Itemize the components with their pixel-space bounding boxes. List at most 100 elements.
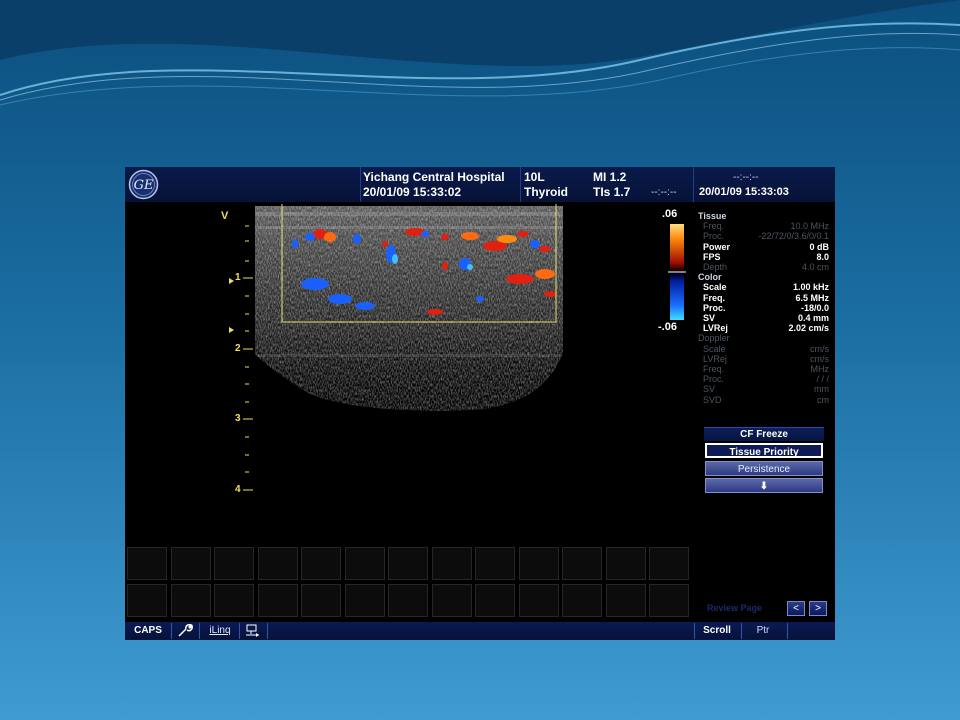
- param-row: Power 0 dB: [695, 242, 835, 252]
- ultrasound-image: [229, 204, 563, 491]
- param-row: Freq. MHz: [695, 364, 835, 374]
- orientation-marker: V: [221, 210, 229, 222]
- thumbnail-slot[interactable]: [344, 584, 385, 617]
- param-value: mm: [814, 384, 829, 395]
- param-row: LVRej cm/s: [695, 354, 835, 364]
- param-value: 6.5 MHz: [795, 292, 829, 303]
- param-value: -18/0.0: [800, 302, 829, 313]
- param-value: 1.00 kHz: [792, 282, 829, 293]
- thumbnail-slot[interactable]: [475, 547, 515, 580]
- scroll-mode[interactable]: Scroll: [697, 622, 737, 640]
- param-label: Depth: [703, 262, 728, 272]
- footer-divider: [267, 623, 268, 639]
- thumbnail-slot[interactable]: [605, 547, 646, 580]
- thumbnail-slot[interactable]: [170, 547, 211, 580]
- footer-divider: [741, 623, 742, 639]
- param-row: LVRej 2.02 cm/s: [695, 323, 835, 333]
- thumbnail-slot[interactable]: [301, 547, 341, 580]
- ultrasound-image-area[interactable]: V 1 2 3 4 .06 -.06: [125, 204, 691, 546]
- thumbnail-slot[interactable]: [562, 584, 602, 617]
- param-row: SV mm: [695, 384, 835, 394]
- right-datetime: 20/01/09 15:33:03: [699, 186, 789, 198]
- thumbnail-slot[interactable]: [257, 547, 298, 580]
- footer-divider: [239, 623, 240, 639]
- thumbnail-slot[interactable]: [127, 547, 167, 580]
- param-value: 0 dB: [809, 241, 829, 252]
- footer-divider: [787, 623, 788, 639]
- param-value: / / /: [816, 374, 829, 385]
- param-section-tissue: Tissue: [695, 211, 835, 221]
- param-label: Proc.: [703, 374, 725, 385]
- slide-wave-decoration: [0, 0, 960, 106]
- param-value: 8.0: [816, 251, 829, 262]
- thumbnail-slot[interactable]: [518, 547, 559, 580]
- thumbnail-slot[interactable]: [301, 584, 341, 617]
- review-next-button[interactable]: >: [809, 601, 827, 616]
- param-label: Proc.: [703, 231, 725, 242]
- svg-text:GE: GE: [134, 178, 154, 193]
- param-label: Freq.: [703, 221, 725, 232]
- footer-divider: [171, 623, 172, 639]
- thumbnail-slot[interactable]: [127, 584, 167, 617]
- cf-freeze-title: CF Freeze: [704, 427, 824, 441]
- thumbnail-slot[interactable]: [170, 584, 211, 617]
- thumbnail-slot[interactable]: [431, 547, 472, 580]
- ultrasound-screen: GE Yichang Central Hospital 20/01/09 15:…: [125, 167, 835, 640]
- thumbnail-slot[interactable]: [475, 584, 515, 617]
- caps-indicator: CAPS: [134, 625, 162, 636]
- header-divider: [360, 167, 361, 202]
- review-page-label: Review Page: [707, 603, 763, 613]
- thumbnail-slot[interactable]: [431, 584, 472, 617]
- preset-name: Thyroid: [524, 185, 568, 199]
- thumbnail-slot[interactable]: [214, 547, 254, 580]
- param-label: Scale: [703, 343, 726, 354]
- param-value: 4.0 cm: [801, 262, 829, 272]
- focus-marker: [229, 278, 234, 284]
- param-row: Scale 1.00 kHz: [695, 282, 835, 292]
- thumbnail-slot[interactable]: [605, 584, 646, 617]
- color-velocity-bar: [668, 224, 686, 320]
- review-prev-button[interactable]: <: [787, 601, 805, 616]
- param-label: SVD: [703, 394, 722, 405]
- probe-name: 10L: [524, 170, 545, 184]
- thumbnail-slot[interactable]: [649, 547, 689, 580]
- param-value: cm/s: [810, 353, 829, 364]
- thumbnail-slot[interactable]: [388, 547, 428, 580]
- thumbnail-slot[interactable]: [388, 584, 428, 617]
- param-value: -22/72/0/3.6/0/0.1: [758, 231, 829, 242]
- param-value: cm: [817, 394, 829, 405]
- param-row: Proc. -18/0.0: [695, 303, 835, 313]
- pointer-mode[interactable]: Ptr: [745, 622, 781, 640]
- param-section-color: Color: [695, 272, 835, 282]
- tissue-priority-button[interactable]: Tissue Priority: [705, 443, 823, 458]
- thumbnail-slot[interactable]: [562, 547, 602, 580]
- header-divider: [520, 167, 521, 202]
- header-divider: [693, 167, 694, 202]
- hospital-name: Yichang Central Hospital: [363, 170, 505, 184]
- footer-bar: CAPS iLinq Scroll Ptr: [125, 622, 835, 640]
- param-label: Power: [703, 241, 731, 252]
- exam-datetime: 20/01/09 15:33:02: [363, 185, 462, 199]
- persistence-button[interactable]: Persistence: [705, 461, 823, 476]
- iling-link[interactable]: iLinq: [205, 622, 235, 640]
- footer-divider: [199, 623, 200, 639]
- wrench-icon[interactable]: [175, 622, 195, 640]
- parameter-panel: Tissue Freq. 10.0 MHz Proc. -22/72/0/3.6/0/0…: [695, 204, 835, 424]
- thumbnail-slot[interactable]: [214, 584, 254, 617]
- ge-logo-icon: GE: [127, 168, 160, 201]
- footer-divider: [694, 623, 695, 639]
- thumbnail-slot[interactable]: [257, 584, 298, 617]
- thumbnail-slot[interactable]: [344, 547, 385, 580]
- header-bar: GE Yichang Central Hospital 20/01/09 15:…: [125, 167, 835, 202]
- depth-scale: [243, 225, 253, 491]
- param-row: SVD cm: [695, 395, 835, 405]
- depth-label: 4: [235, 484, 241, 495]
- param-label: Freq.: [703, 364, 725, 374]
- param-value: 10.0 MHz: [790, 221, 829, 232]
- down-arrow-button[interactable]: ⬇: [705, 478, 823, 493]
- thumbnail-slot[interactable]: [649, 584, 689, 617]
- param-value: 0.4 mm: [797, 313, 829, 323]
- param-row: Scale cm/s: [695, 344, 835, 354]
- network-icon[interactable]: [243, 622, 263, 640]
- thumbnail-slot[interactable]: [518, 584, 559, 617]
